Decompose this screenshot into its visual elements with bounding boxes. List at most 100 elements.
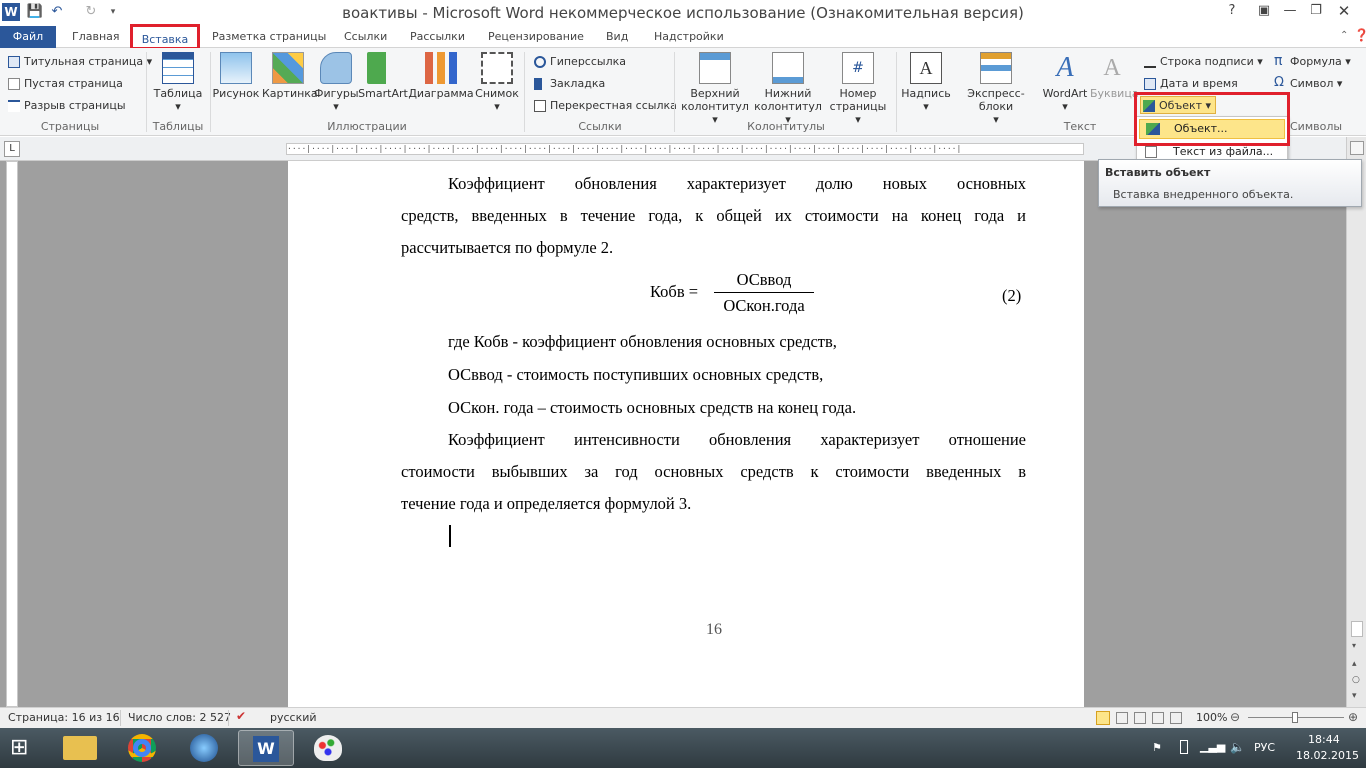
network-icon[interactable]: ▁▃▅ bbox=[1200, 740, 1225, 753]
date-time-button[interactable]: Дата и время bbox=[1142, 74, 1238, 94]
table-button[interactable]: Таблица ▾ bbox=[150, 52, 206, 113]
page-number-button[interactable]: # Номер страницы ▾ bbox=[826, 52, 890, 126]
windows-start-icon[interactable]: ⊞ bbox=[10, 736, 38, 760]
tooltip: Вставить объект Вставка внедренного объе… bbox=[1098, 159, 1362, 207]
page-number-icon: # bbox=[842, 52, 874, 84]
cover-page-button[interactable]: Титульная страница ▾ bbox=[6, 52, 152, 72]
view-ruler-icon[interactable] bbox=[1350, 141, 1364, 155]
word-count-status[interactable]: Число слов: 2 527 bbox=[128, 711, 231, 724]
cross-reference-icon bbox=[534, 100, 546, 112]
zoom-level[interactable]: 100% bbox=[1196, 711, 1227, 724]
title-bar: W 💾 ↶ ↻ ▾ воактивы - Microsoft Word неко… bbox=[0, 0, 1366, 26]
outline-view-icon[interactable] bbox=[1152, 712, 1164, 724]
notifications-flag-icon[interactable]: ⚑ bbox=[1152, 741, 1162, 754]
chrome-icon[interactable] bbox=[114, 730, 170, 766]
equation-button[interactable]: π Формула ▾ bbox=[1272, 52, 1351, 72]
header-button[interactable]: Верхний колонтитул ▾ bbox=[680, 52, 750, 126]
restore-icon[interactable]: ❐ bbox=[1302, 0, 1330, 22]
tab-references[interactable]: Ссылки bbox=[338, 26, 393, 48]
text-box-button[interactable]: A Надпись ▾ bbox=[900, 52, 952, 113]
signature-line-icon bbox=[1144, 56, 1156, 68]
symbol-button[interactable]: Ω Символ ▾ bbox=[1272, 74, 1342, 94]
smartart-button[interactable]: SmartArt bbox=[358, 52, 408, 100]
wordart-button[interactable]: A WordArt ▾ bbox=[1040, 52, 1090, 113]
tab-addins[interactable]: Надстройки bbox=[648, 26, 730, 48]
cross-reference-button[interactable]: Перекрестная ссылка bbox=[532, 96, 677, 116]
browse-object-icon[interactable]: ○ bbox=[1352, 675, 1360, 685]
word-taskbar-icon[interactable]: W bbox=[238, 730, 294, 766]
screenshot-button[interactable]: Снимок ▾ bbox=[474, 52, 520, 113]
minimize-icon[interactable]: — bbox=[1276, 0, 1304, 22]
object-highlight-box bbox=[1134, 92, 1290, 146]
paragraph-line: Коэффициент интенсивности обновления хар… bbox=[448, 430, 1026, 449]
help-circle-icon[interactable]: ❓ bbox=[1354, 28, 1366, 42]
header-icon bbox=[699, 52, 731, 84]
input-language[interactable]: РУС bbox=[1254, 741, 1275, 754]
document-page[interactable]: Коэффициент обновления характеризует дол… bbox=[288, 161, 1084, 707]
clock-date[interactable]: 18.02.2015 bbox=[1296, 749, 1359, 762]
quick-parts-button[interactable]: Экспресс-блоки ▾ bbox=[952, 52, 1040, 126]
explorer-icon[interactable] bbox=[52, 730, 108, 766]
hyperlink-button[interactable]: Гиперссылка bbox=[532, 52, 626, 72]
definition-line: где Кобв - коэффициент обновления основн… bbox=[448, 332, 837, 351]
tab-file[interactable]: Файл bbox=[0, 26, 56, 48]
group-separator bbox=[146, 52, 147, 132]
tooltip-title: Вставить объект bbox=[1105, 166, 1211, 179]
reading-view-icon[interactable] bbox=[1116, 712, 1128, 724]
status-separator bbox=[120, 710, 121, 726]
table-icon bbox=[162, 52, 194, 84]
clip-art-button[interactable]: Картинка bbox=[262, 52, 318, 100]
bookmark-button[interactable]: Закладка bbox=[532, 74, 605, 94]
web-layout-icon[interactable] bbox=[1134, 712, 1146, 724]
group-label-headers: Колонтитулы bbox=[747, 120, 825, 133]
picture-button[interactable]: Рисунок bbox=[212, 52, 260, 100]
group-label-links: Ссылки bbox=[578, 120, 622, 133]
draft-view-icon[interactable] bbox=[1170, 712, 1182, 724]
next-page-icon[interactable]: ▾ bbox=[1352, 691, 1357, 701]
tab-home[interactable]: Главная bbox=[66, 26, 126, 48]
proofing-icon[interactable]: ✔ bbox=[236, 709, 246, 723]
volume-icon[interactable]: 🔈 bbox=[1230, 740, 1245, 754]
zoom-out-icon[interactable]: ⊖ bbox=[1230, 710, 1240, 724]
blank-page-button[interactable]: Пустая страница bbox=[6, 74, 123, 94]
shapes-button[interactable]: Фигуры ▾ bbox=[314, 52, 359, 113]
vertical-scrollbar[interactable]: ▾ ▴ ○ ▾ bbox=[1346, 137, 1366, 707]
blank-page-icon bbox=[8, 78, 20, 90]
footer-button[interactable]: Нижний колонтитул ▾ bbox=[752, 52, 824, 126]
tab-mailings[interactable]: Рассылки bbox=[404, 26, 471, 48]
page-break-icon bbox=[8, 100, 20, 112]
media-player-icon[interactable] bbox=[176, 730, 232, 766]
language-status[interactable]: русский bbox=[270, 711, 317, 724]
help-icon[interactable]: ? bbox=[1218, 0, 1246, 22]
formula-denominator: ОСкон.года bbox=[723, 296, 805, 315]
horizontal-ruler[interactable]: ····|····|····|····|····|····|····|····|… bbox=[286, 143, 1084, 155]
zoom-in-icon[interactable]: ⊕ bbox=[1348, 710, 1358, 724]
page-count-status[interactable]: Страница: 16 из 16 bbox=[8, 711, 120, 724]
chart-button[interactable]: Диаграмма bbox=[408, 52, 474, 100]
battery-icon[interactable] bbox=[1180, 740, 1188, 754]
scroll-thumb[interactable] bbox=[1351, 621, 1363, 637]
tooltip-body: Вставка внедренного объекта. bbox=[1113, 188, 1294, 201]
clock-time[interactable]: 18:44 bbox=[1308, 733, 1340, 746]
tab-review[interactable]: Рецензирование bbox=[482, 26, 590, 48]
taskbar: ⊞ W ⚑ ▁▃▅ 🔈 РУС 18:44 18.02.2015 bbox=[0, 728, 1366, 768]
group-separator bbox=[674, 52, 675, 132]
scroll-down-icon[interactable]: ▾ bbox=[1352, 641, 1356, 650]
group-label-illustrations: Иллюстрации bbox=[327, 120, 407, 133]
ribbon-options-icon[interactable]: ▣ bbox=[1250, 0, 1278, 22]
tab-page-layout[interactable]: Разметка страницы bbox=[206, 26, 332, 48]
tab-insert[interactable]: Вставка bbox=[130, 24, 200, 50]
page-break-button[interactable]: Разрыв страницы bbox=[6, 96, 126, 116]
zoom-slider-thumb[interactable] bbox=[1292, 712, 1298, 723]
prev-page-icon[interactable]: ▴ bbox=[1352, 659, 1357, 669]
drop-cap-button[interactable]: A Буквица bbox=[1090, 52, 1139, 100]
tab-selector-icon[interactable]: L bbox=[4, 141, 20, 157]
tab-view[interactable]: Вид bbox=[600, 26, 634, 48]
collapse-ribbon-icon[interactable]: ⌃ bbox=[1340, 30, 1348, 41]
print-layout-icon[interactable] bbox=[1096, 711, 1110, 725]
clip-art-icon bbox=[272, 52, 304, 84]
close-icon[interactable]: ✕ bbox=[1330, 0, 1358, 22]
paint-icon[interactable] bbox=[300, 730, 356, 766]
vertical-ruler[interactable] bbox=[6, 161, 18, 707]
signature-line-button[interactable]: Строка подписи ▾ bbox=[1142, 52, 1263, 72]
